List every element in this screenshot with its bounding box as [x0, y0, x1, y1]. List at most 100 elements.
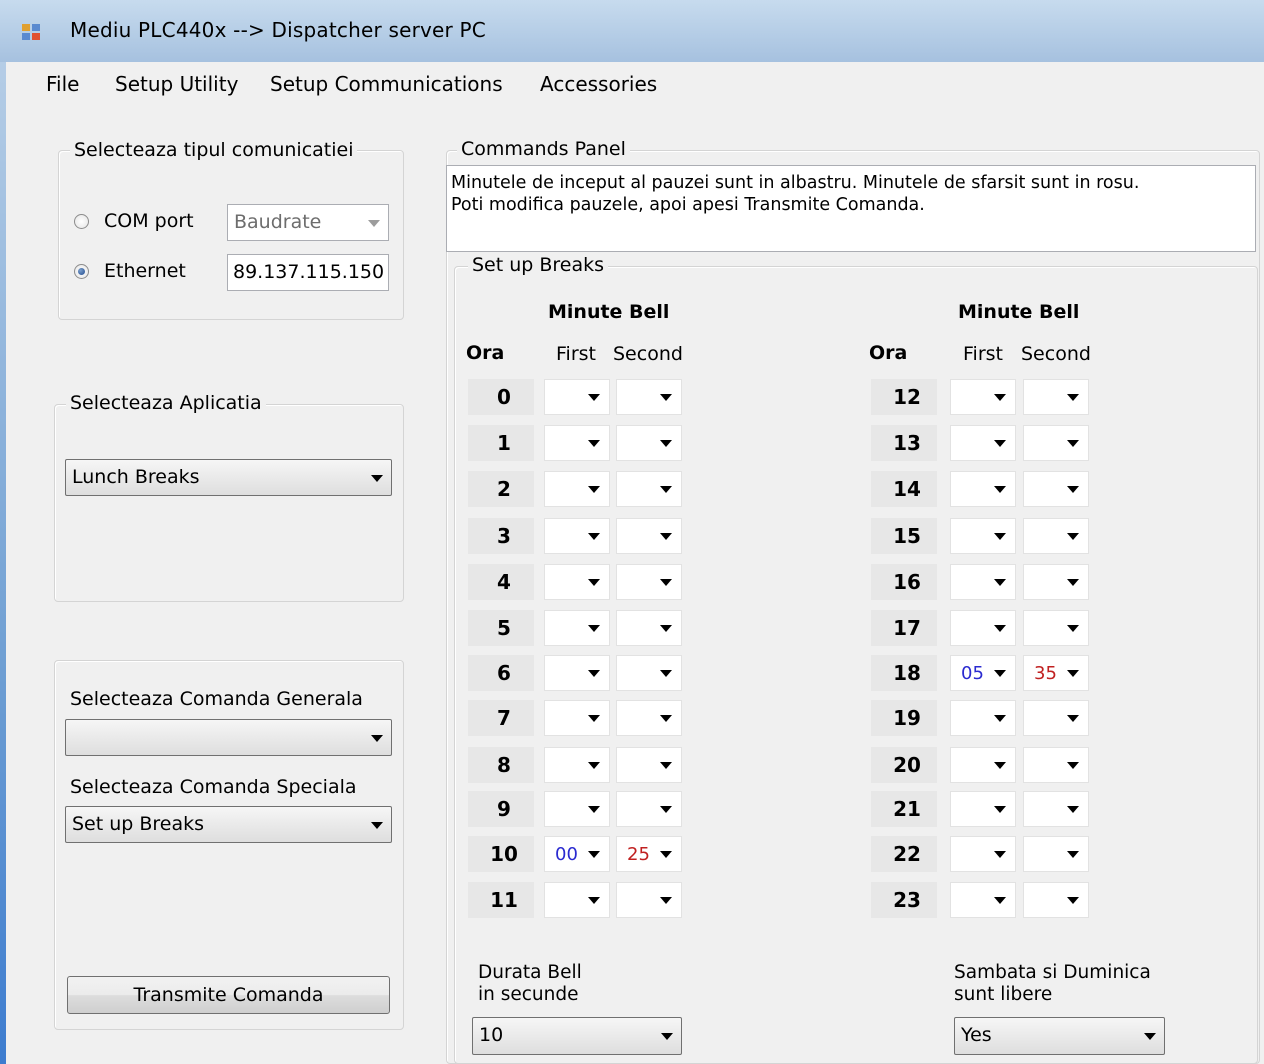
second-minute-combo[interactable] [616, 791, 682, 827]
application-combo[interactable]: Lunch Breaks [65, 459, 392, 496]
second-minute-combo[interactable] [1023, 564, 1089, 600]
first-minute-combo[interactable] [544, 518, 610, 554]
first-minute-combo[interactable] [950, 564, 1016, 600]
second-minute-combo[interactable] [1023, 700, 1089, 736]
chevron-down-icon [994, 806, 1006, 813]
second-minute-combo[interactable] [1023, 882, 1089, 918]
transmit-command-button[interactable]: Transmite Comanda [67, 976, 390, 1014]
first-minute-combo[interactable] [544, 610, 610, 646]
general-command-combo[interactable] [65, 719, 392, 756]
first-minute-combo[interactable] [544, 655, 610, 691]
first-minute-combo[interactable] [950, 425, 1016, 461]
hour-label: 16 [871, 564, 937, 600]
chevron-down-icon [588, 579, 600, 586]
second-minute-combo[interactable] [1023, 610, 1089, 646]
special-command-combo[interactable]: Set up Breaks [65, 806, 392, 843]
first-minute-combo[interactable] [950, 747, 1016, 783]
chevron-down-icon [368, 219, 380, 227]
first-minute-combo[interactable] [544, 471, 610, 507]
chevron-down-icon [660, 533, 672, 540]
second-minute-combo[interactable] [616, 882, 682, 918]
hour-label: 1 [468, 425, 534, 461]
chevron-down-icon [1067, 579, 1079, 586]
chevron-down-icon [588, 533, 600, 540]
chevron-down-icon [1067, 806, 1079, 813]
second-minute-combo[interactable] [1023, 379, 1089, 415]
second-minute-combo[interactable] [616, 379, 682, 415]
second-minute-combo[interactable] [616, 518, 682, 554]
weekend-label: Sambata si Duminica sunt libere [954, 962, 1151, 1006]
first-minute-combo[interactable] [544, 379, 610, 415]
chevron-down-icon [994, 486, 1006, 493]
ip-address-input[interactable]: 89.137.115.150 [227, 254, 389, 291]
first-minute-combo[interactable] [544, 882, 610, 918]
second-minute-combo[interactable] [616, 610, 682, 646]
menu-setup-communications[interactable]: Setup Communications [270, 72, 503, 96]
first-minute-combo[interactable] [950, 471, 1016, 507]
second-minute-combo[interactable] [1023, 747, 1089, 783]
second-minute-combo[interactable] [1023, 518, 1089, 554]
chevron-down-icon [371, 821, 383, 829]
second-minute-combo[interactable] [616, 425, 682, 461]
second-minute-combo[interactable] [616, 564, 682, 600]
chevron-down-icon [994, 897, 1006, 904]
duration-label-line-2: in secunde [478, 984, 579, 1005]
first-minute-combo[interactable] [544, 700, 610, 736]
commands-panel-title: Commands Panel [457, 138, 630, 160]
communication-group-title: Selecteaza tipul comunicatiei [70, 139, 358, 161]
first-header-left: First [556, 343, 596, 365]
first-minute-combo[interactable] [544, 564, 610, 600]
chevron-down-icon [1067, 897, 1079, 904]
second-minute-combo[interactable] [1023, 425, 1089, 461]
first-minute-combo[interactable] [950, 610, 1016, 646]
chevron-down-icon [994, 851, 1006, 858]
first-minute-combo[interactable] [950, 791, 1016, 827]
menu-file[interactable]: File [46, 72, 79, 96]
duration-combo[interactable]: 10 [472, 1017, 682, 1055]
chevron-down-icon [660, 670, 672, 677]
second-minute-combo[interactable] [616, 700, 682, 736]
second-minute-combo[interactable] [616, 655, 682, 691]
ethernet-radio[interactable] [74, 264, 89, 279]
weekend-label-line-1: Sambata si Duminica [954, 962, 1151, 983]
hour-label: 8 [468, 747, 534, 783]
weekend-free-value: Yes [961, 1024, 992, 1046]
first-minute-combo[interactable] [950, 379, 1016, 415]
hour-label: 19 [871, 700, 937, 736]
application-selected: Lunch Breaks [72, 466, 200, 488]
weekend-free-combo[interactable]: Yes [954, 1017, 1165, 1055]
first-minute-combo[interactable] [950, 518, 1016, 554]
hour-label: 11 [468, 882, 534, 918]
first-minute-combo[interactable] [950, 700, 1016, 736]
chevron-down-icon [660, 762, 672, 769]
chevron-down-icon [660, 897, 672, 904]
first-minute-combo[interactable] [950, 836, 1016, 872]
chevron-down-icon [1067, 440, 1079, 447]
second-minute-combo[interactable]: 35 [1023, 655, 1089, 691]
duration-label: Durata Bell in secunde [478, 962, 582, 1006]
minute-bell-header-left: Minute Bell [548, 301, 670, 323]
second-minute-combo[interactable] [616, 471, 682, 507]
chevron-down-icon [588, 762, 600, 769]
first-minute-value: 05 [961, 663, 984, 684]
second-minute-combo[interactable]: 25 [616, 836, 682, 872]
first-minute-combo[interactable] [950, 882, 1016, 918]
second-minute-combo[interactable] [1023, 836, 1089, 872]
com-port-label: COM port [104, 210, 194, 232]
second-minute-combo[interactable] [1023, 471, 1089, 507]
com-port-radio[interactable] [74, 214, 89, 229]
chevron-down-icon [994, 440, 1006, 447]
second-minute-combo[interactable] [616, 747, 682, 783]
first-minute-combo[interactable] [544, 425, 610, 461]
second-minute-combo[interactable] [1023, 791, 1089, 827]
first-minute-value: 00 [555, 844, 578, 865]
first-minute-combo[interactable]: 00 [544, 836, 610, 872]
first-minute-combo[interactable] [544, 791, 610, 827]
menu-setup-utility[interactable]: Setup Utility [115, 72, 238, 96]
chevron-down-icon [1067, 670, 1079, 677]
menu-accessories[interactable]: Accessories [540, 72, 657, 96]
first-minute-combo[interactable] [544, 747, 610, 783]
first-minute-combo[interactable]: 05 [950, 655, 1016, 691]
baudrate-combo[interactable]: Baudrate [227, 204, 389, 241]
hour-label: 22 [871, 836, 937, 872]
